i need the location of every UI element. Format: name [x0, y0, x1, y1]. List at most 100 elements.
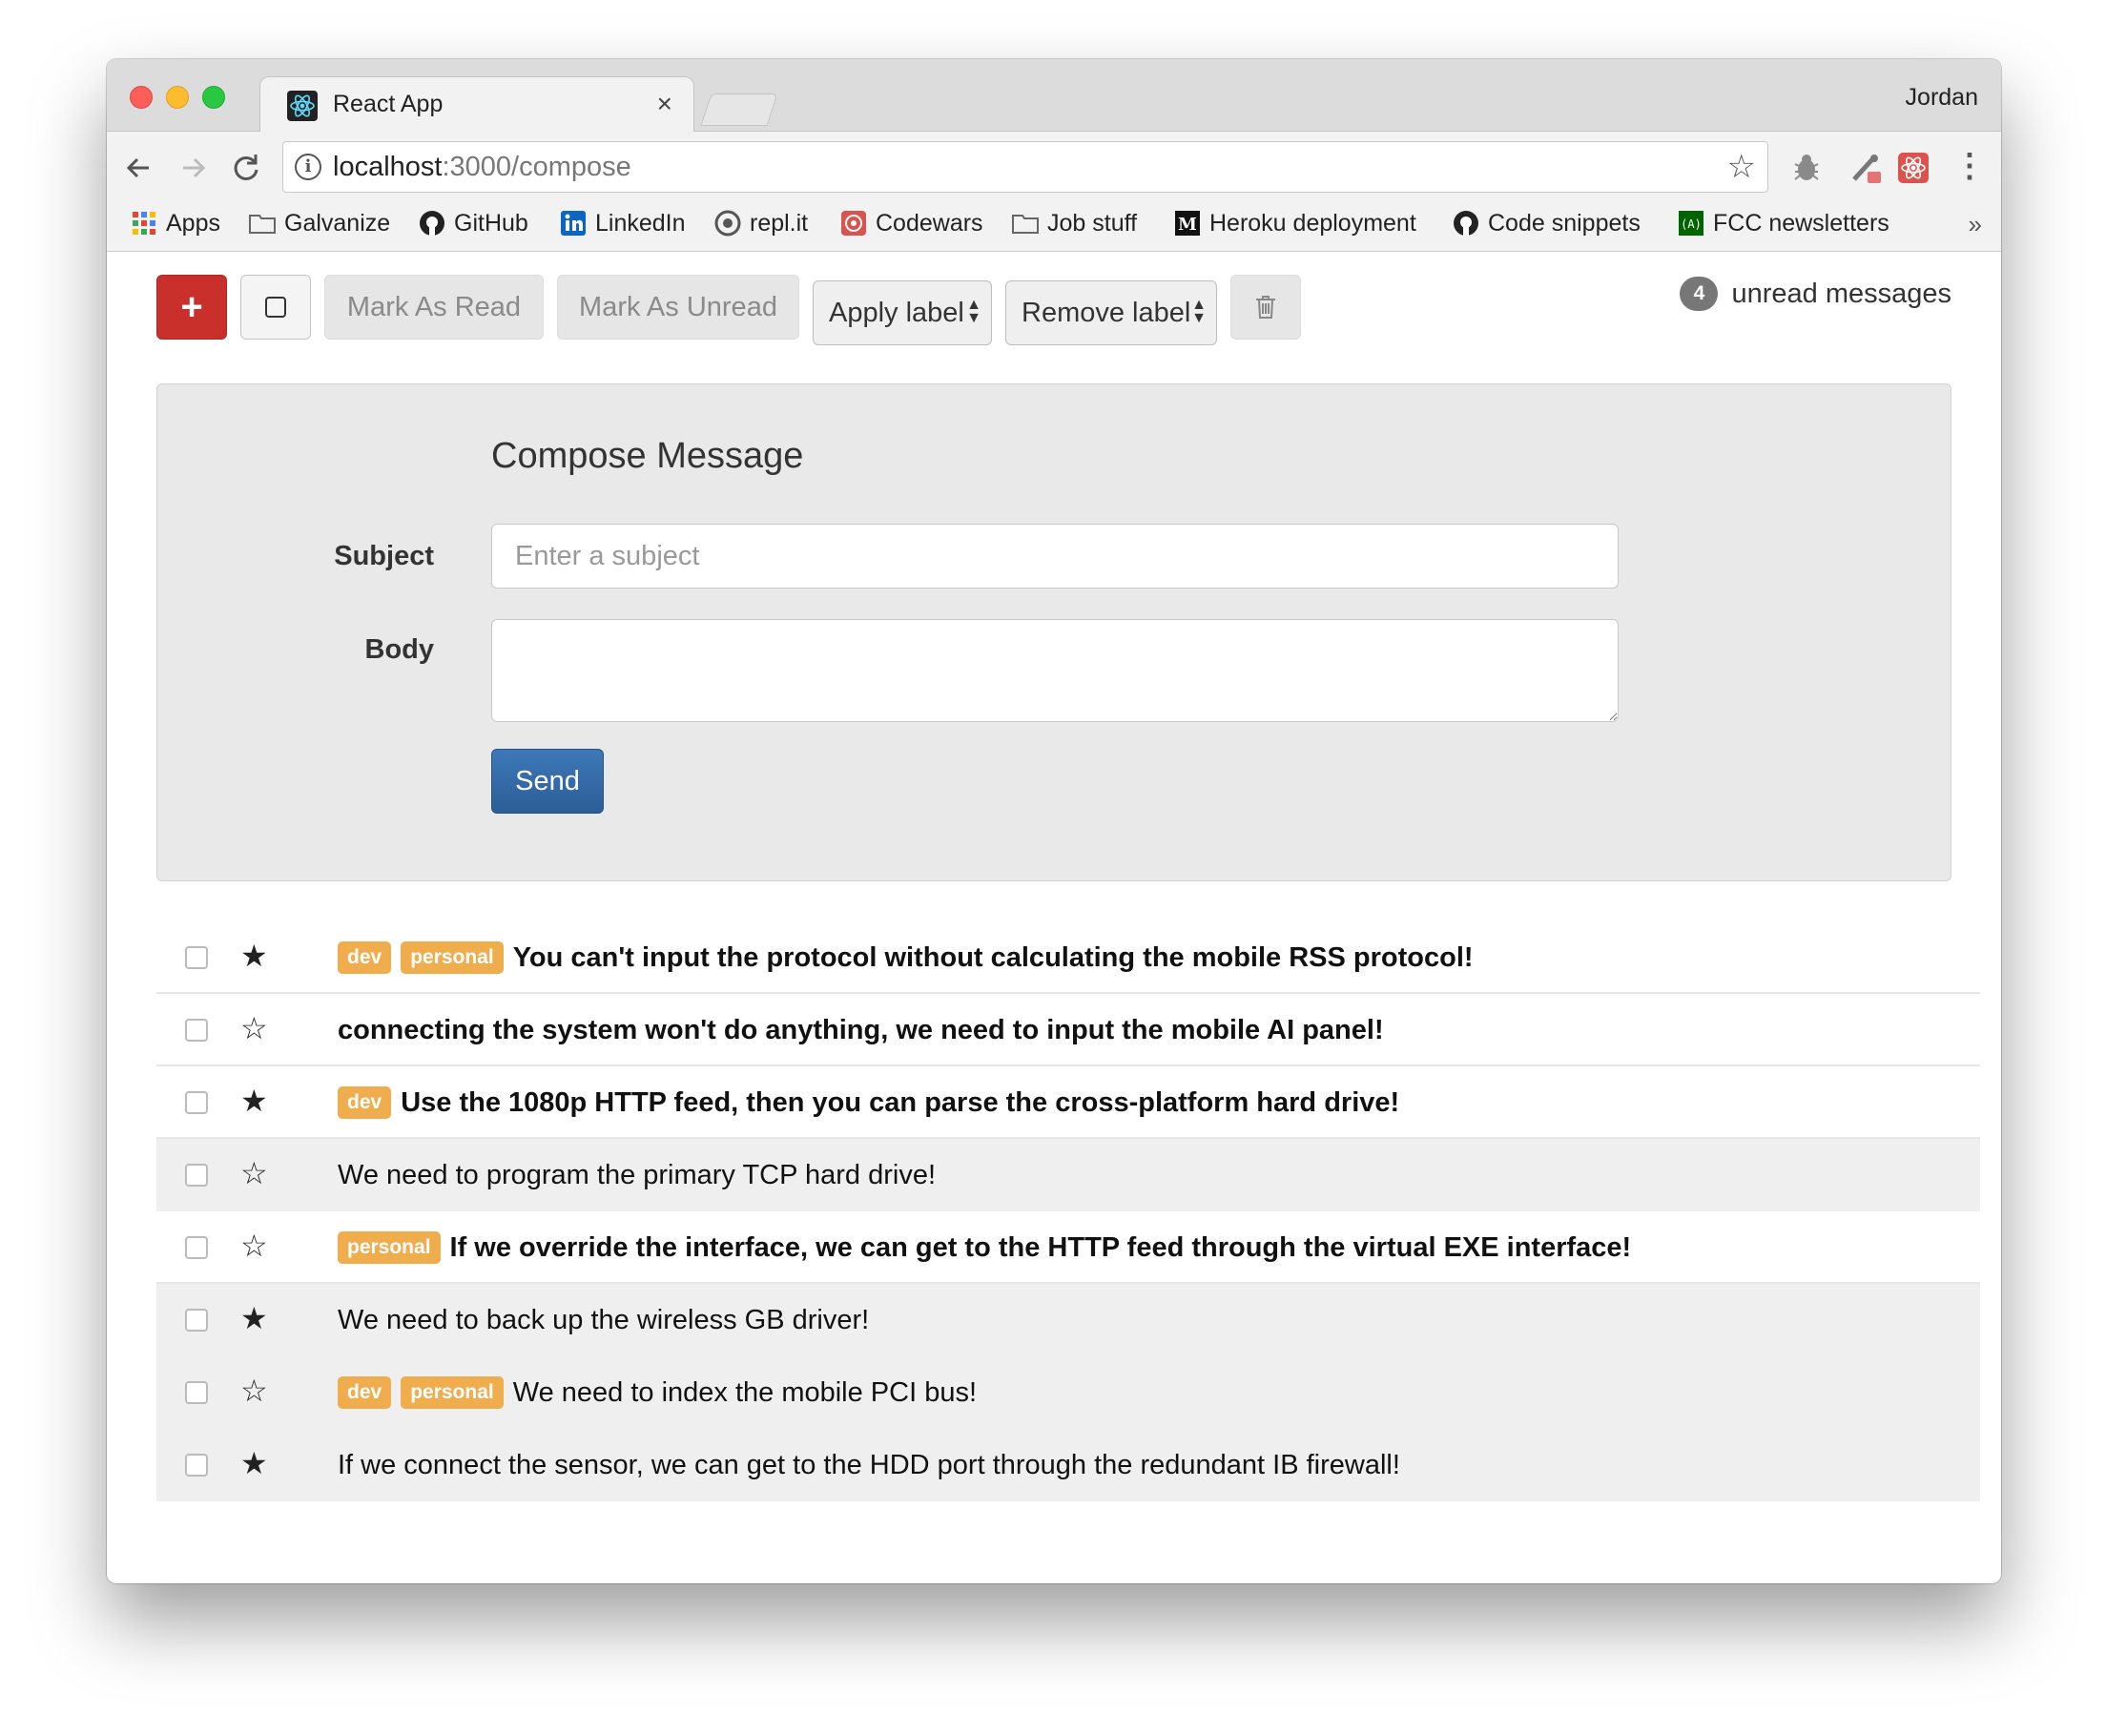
- unread-count-text: unread messages: [1731, 278, 1951, 309]
- address-bar[interactable]: i localhost:3000/compose ☆: [282, 141, 1768, 193]
- minimize-window-button[interactable]: [166, 86, 189, 109]
- bookmark-job-stuff[interactable]: Job stuff: [1011, 206, 1137, 240]
- browser-tab[interactable]: React App ×: [259, 76, 694, 134]
- svg-text:M: M: [1178, 215, 1197, 235]
- message-row[interactable]: ★ dev Use the 1080p HTTP feed, then you ca…: [156, 1066, 1980, 1139]
- star-outline-icon[interactable]: ☆: [240, 1154, 268, 1192]
- message-row[interactable]: ★ If we connect the sensor, we can get to…: [156, 1429, 1980, 1501]
- react-devtools-extension-icon[interactable]: [1896, 151, 1930, 185]
- message-checkbox[interactable]: [185, 946, 208, 969]
- message-content: dev personal You can't input the protocol …: [338, 921, 1474, 994]
- message-subject[interactable]: We need to program the primary TCP hard …: [338, 1160, 936, 1191]
- message-row[interactable]: ☆ personal If we override the interface, w…: [156, 1211, 1980, 1284]
- label-tag-dev: dev: [338, 1376, 392, 1409]
- label-tag-dev: dev: [338, 1086, 392, 1119]
- message-content: dev Use the 1080p HTTP feed, then you can…: [338, 1066, 1399, 1139]
- bookmark-label: Galvanize: [284, 209, 391, 237]
- bookmark-label: GitHub: [454, 209, 528, 237]
- message-subject[interactable]: If we override the interface, we can get…: [450, 1232, 1632, 1264]
- message-checkbox[interactable]: [185, 1091, 208, 1114]
- folder-icon: [1012, 215, 1039, 234]
- star-filled-icon[interactable]: ★: [240, 1082, 268, 1120]
- message-subject[interactable]: connecting the system won't do anything,…: [338, 1015, 1384, 1046]
- message-row[interactable]: ★ dev personal You can't input the protocol…: [156, 921, 1980, 994]
- tab-close-icon[interactable]: ×: [657, 89, 672, 119]
- mark-as-unread-button[interactable]: Mark As Unread: [557, 275, 799, 340]
- star-outline-icon[interactable]: ☆: [240, 1009, 268, 1047]
- select-arrows-icon: ▲ ▼: [1191, 297, 1207, 326]
- message-subject[interactable]: Use the 1080p HTTP feed, then you can pa…: [401, 1087, 1399, 1119]
- message-row[interactable]: ☆ connecting the system won't do anything…: [156, 994, 1980, 1066]
- folder-icon: [249, 215, 276, 234]
- remove-label-text: Remove label: [1022, 297, 1191, 328]
- remove-label-select[interactable]: Remove label ▲ ▼: [1005, 280, 1217, 345]
- bookmark-codewars[interactable]: Codewars: [839, 206, 983, 240]
- title-bar: React App × Jordan: [107, 59, 2001, 134]
- bookmark-label: Codewars: [876, 209, 983, 237]
- bookmarks-bar: Apps Galvanize GitHub LinkedIn repl.it C…: [107, 198, 2001, 248]
- close-window-button[interactable]: [130, 86, 153, 109]
- bookmark-star-icon[interactable]: ☆: [1727, 148, 1756, 186]
- reload-icon[interactable]: [227, 149, 265, 187]
- bookmark-label: FCC newsletters: [1713, 209, 1889, 237]
- label-tag-personal: personal: [401, 941, 504, 974]
- profile-name[interactable]: Jordan: [1906, 84, 1978, 112]
- bookmark-heroku-deployment[interactable]: M Heroku deployment: [1173, 206, 1416, 240]
- bookmark-code-snippets[interactable]: Code snippets: [1452, 206, 1641, 240]
- bookmark-galvanize[interactable]: Galvanize: [248, 206, 390, 240]
- send-button[interactable]: Send: [491, 749, 604, 814]
- bookmark-fcc-newsletters[interactable]: (A) FCC newsletters: [1677, 206, 1889, 240]
- star-filled-icon[interactable]: ★: [240, 1444, 268, 1482]
- delete-button[interactable]: [1230, 275, 1301, 340]
- message-checkbox[interactable]: [185, 1236, 208, 1259]
- label-tag-dev: dev: [338, 941, 392, 974]
- fcc-icon: (A): [1679, 211, 1703, 236]
- redux-devtools-extension-icon[interactable]: [1848, 151, 1883, 185]
- back-arrow-icon[interactable]: [120, 149, 158, 187]
- maximize-window-button[interactable]: [202, 86, 225, 109]
- star-outline-icon[interactable]: ☆: [240, 1372, 268, 1410]
- select-all-button[interactable]: [240, 275, 311, 340]
- body-textarea[interactable]: [491, 619, 1619, 722]
- message-checkbox[interactable]: [185, 1454, 208, 1477]
- bug-extension-icon[interactable]: [1789, 151, 1824, 185]
- bookmark-github[interactable]: GitHub: [418, 206, 528, 240]
- more-bookmarks-icon[interactable]: »: [1969, 210, 1982, 239]
- subject-label: Subject: [334, 541, 434, 571]
- star-filled-icon[interactable]: ★: [240, 1299, 268, 1337]
- message-checkbox[interactable]: [185, 1164, 208, 1187]
- svg-text:(A): (A): [1681, 217, 1702, 231]
- body-label: Body: [364, 634, 435, 665]
- message-checkbox[interactable]: [185, 1309, 208, 1332]
- message-subject[interactable]: We need to index the mobile PCI bus!: [513, 1377, 977, 1409]
- message-subject[interactable]: If we connect the sensor, we can get to …: [338, 1450, 1400, 1481]
- star-filled-icon[interactable]: ★: [240, 937, 268, 975]
- message-row[interactable]: ★ We need to back up the wireless GB driv…: [156, 1284, 1980, 1356]
- apply-label-select[interactable]: Apply label ▲ ▼: [813, 280, 992, 345]
- new-tab-button[interactable]: [700, 93, 778, 126]
- message-subject[interactable]: You can't input the protocol without cal…: [513, 942, 1474, 974]
- message-content: We need to back up the wireless GB drive…: [338, 1284, 869, 1356]
- page-content: + Mark As Read Mark As Unread Apply labe…: [107, 252, 2001, 1583]
- browser-menu-icon[interactable]: ⋮: [1953, 145, 1986, 187]
- bookmark-linkedin[interactable]: LinkedIn: [559, 206, 686, 240]
- bookmark-replit[interactable]: repl.it: [713, 206, 808, 240]
- bookmark-apps[interactable]: Apps: [130, 206, 220, 240]
- compose-button[interactable]: +: [156, 275, 227, 340]
- message-row[interactable]: ☆ dev personal We need to index the mobile …: [156, 1356, 1980, 1429]
- subject-input[interactable]: [491, 524, 1619, 589]
- message-content: connecting the system won't do anything,…: [338, 994, 1384, 1066]
- message-subject[interactable]: We need to back up the wireless GB drive…: [338, 1305, 869, 1336]
- message-checkbox[interactable]: [185, 1381, 208, 1404]
- site-info-icon[interactable]: i: [295, 154, 321, 180]
- message-row[interactable]: ☆ We need to program the primary TCP hard…: [156, 1139, 1980, 1211]
- tab-title: React App: [333, 91, 444, 117]
- browser-window: React App × Jordan i localhost:3000/comp…: [107, 59, 2001, 1583]
- forward-arrow-icon[interactable]: [174, 149, 212, 187]
- mark-as-read-button[interactable]: Mark As Read: [324, 275, 544, 340]
- apply-label-text: Apply label: [829, 297, 964, 328]
- url-text[interactable]: localhost:3000/compose: [333, 152, 631, 183]
- star-outline-icon[interactable]: ☆: [240, 1227, 268, 1265]
- message-checkbox[interactable]: [185, 1019, 208, 1042]
- bookmark-label: Job stuff: [1047, 209, 1138, 237]
